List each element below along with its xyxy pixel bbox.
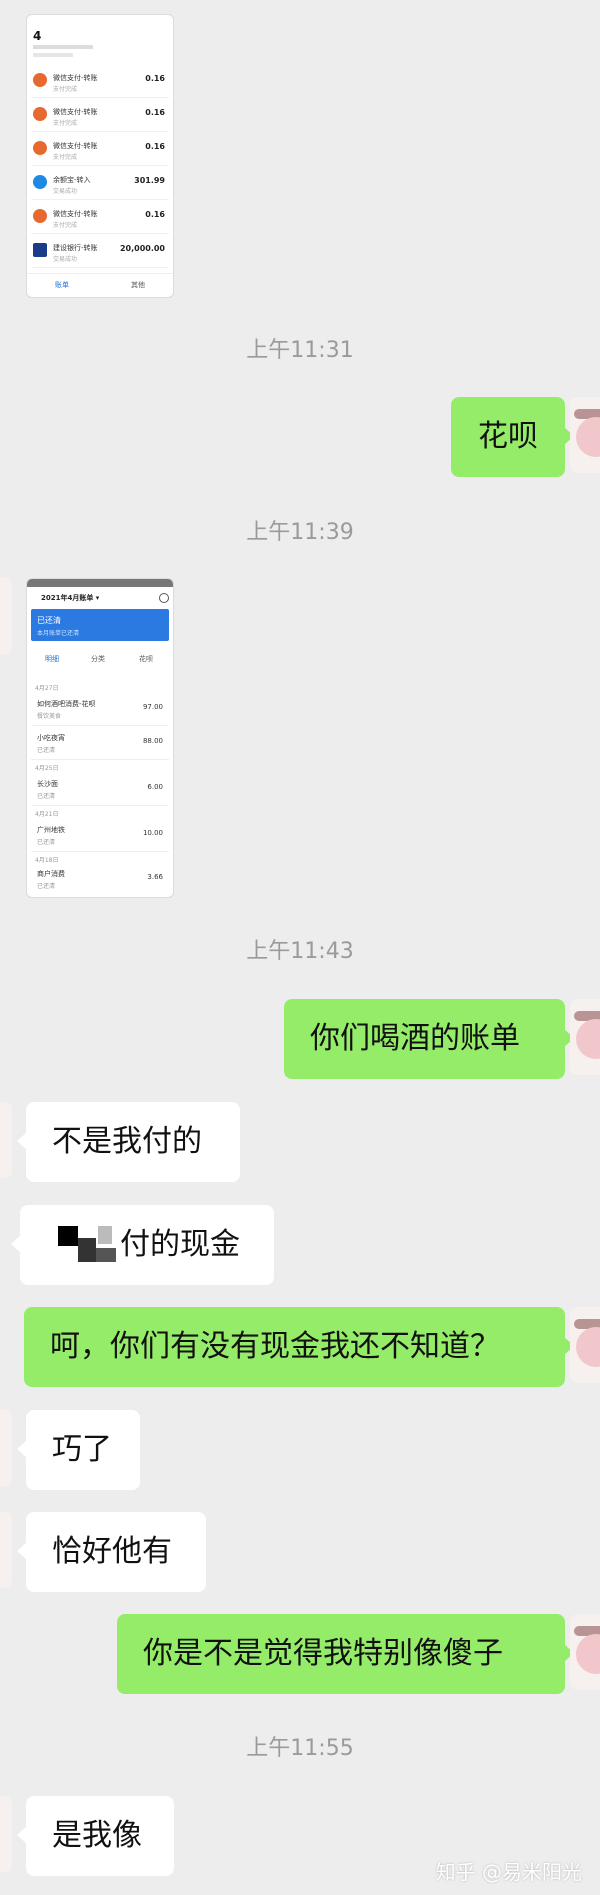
message-bubble-sent[interactable]: 呵，你们有没有现金我还不知道？	[24, 1307, 574, 1387]
bottom-tab-bar: 账单 其他	[27, 273, 173, 297]
my-avatar[interactable]	[570, 1614, 600, 1690]
contact-avatar[interactable]	[0, 1512, 12, 1588]
bill-item-status: 已还清	[37, 747, 56, 754]
timestamp: 上午11:43	[246, 939, 354, 964]
help-icon[interactable]	[159, 593, 169, 603]
contact-avatar[interactable]	[0, 1102, 12, 1178]
watermark: 知乎 @易米阳光	[435, 1860, 582, 1884]
transaction-name: 余额宝-转入	[53, 176, 91, 184]
group-date: 4月27日	[35, 685, 59, 692]
transaction-name: 建设银行-转账	[53, 244, 98, 252]
transactions-header-count: 4	[33, 29, 42, 43]
bill-item-amount: 88.00	[142, 737, 163, 745]
bill-tabs: 明细 分类 花呗	[31, 651, 169, 667]
image-message-transactions[interactable]: 4 微信支付-转账 支付完成 0.16 微信支付-转账 支付完成 0.16 微信…	[26, 14, 174, 298]
message-bubble-received[interactable]: 巧了	[17, 1410, 140, 1490]
bill-item-status: 已还清	[37, 839, 56, 846]
tab-detail[interactable]: 明细	[45, 654, 59, 664]
my-avatar[interactable]	[570, 397, 600, 473]
my-avatar[interactable]	[570, 999, 600, 1075]
payment-icon	[33, 209, 47, 223]
bill-item-status: 餐饮美食	[37, 713, 62, 720]
contact-avatar[interactable]	[0, 1410, 12, 1486]
payment-icon	[33, 141, 47, 155]
bill-row: 长沙面 已还清 6.00	[31, 773, 169, 806]
transaction-name: 微信支付-转账	[53, 142, 98, 150]
timestamp: 上午11:31	[246, 338, 354, 363]
banner-subtitle: 本月账单已还清	[37, 630, 80, 637]
tab-bill: 账单	[55, 281, 69, 289]
image-message-monthly-bill[interactable]: 2021年4月账单 ▾ 已还清 本月账单已还清 明细 分类 花呗 4月27日 如…	[26, 578, 174, 898]
tab-huabei[interactable]: 花呗	[139, 654, 153, 664]
group-date: 4月25日	[35, 765, 59, 772]
contact-avatar[interactable]	[0, 578, 12, 654]
transaction-status: 支付完成	[53, 86, 78, 93]
message-bubble-received[interactable]: 恰好他有	[17, 1512, 206, 1592]
status-bar	[27, 579, 173, 587]
timestamp: 上午11:39	[246, 520, 354, 545]
transaction-amount: 0.16	[145, 108, 165, 117]
transaction-status: 交易成功	[53, 256, 78, 263]
bill-item-status: 已还清	[37, 883, 56, 890]
payment-icon	[33, 175, 47, 189]
transaction-row: 微信支付-转账 支付完成 0.16	[31, 69, 169, 98]
bill-item-name: 如何酒吧消费-花呗	[37, 700, 96, 708]
message-bubble-sent[interactable]: 花呗	[451, 397, 574, 477]
banner-title: 已还清	[37, 616, 61, 625]
bill-item-amount: 6.00	[147, 783, 163, 791]
contact-avatar[interactable]	[0, 1796, 12, 1872]
payment-icon	[33, 73, 47, 87]
transaction-amount: 0.16	[145, 210, 165, 219]
bill-item-name: 长沙面	[37, 780, 58, 788]
transaction-status: 支付完成	[53, 154, 78, 161]
bill-item-amount: 97.00	[142, 703, 163, 711]
bill-item-amount: 10.00	[142, 829, 163, 837]
mosaic-block	[98, 1226, 112, 1244]
bill-item-status: 已还清	[37, 793, 56, 800]
message-bubble-received[interactable]: 是我像	[17, 1796, 174, 1876]
transaction-amount: 301.99	[134, 176, 165, 185]
bill-row: 商户消费 已还清 3.66	[31, 863, 169, 895]
header-subtext	[33, 45, 93, 49]
message-bubble-sent[interactable]: 你们喝酒的账单	[284, 999, 574, 1079]
transaction-row: 余额宝-转入 交易成功 301.99	[31, 171, 169, 200]
transaction-row: 建设银行-转账 交易成功 20,000.00	[31, 239, 169, 268]
mosaic-block	[78, 1238, 96, 1262]
transaction-row: 微信支付-转账 支付完成 0.16	[31, 103, 169, 132]
transaction-status: 支付完成	[53, 120, 78, 127]
bill-item-name: 广州地铁	[37, 826, 65, 834]
bill-item-name: 商户消费	[37, 870, 65, 878]
bill-row: 广州地铁 已还清 10.00	[31, 819, 169, 852]
bill-item-name: 小吃夜宵	[37, 734, 65, 742]
message-bubble-received[interactable]: 不是我付的	[17, 1102, 240, 1182]
transaction-amount: 0.16	[145, 142, 165, 151]
transaction-amount: 20,000.00	[119, 244, 165, 253]
mosaic-block	[58, 1226, 78, 1246]
mosaic-block	[96, 1248, 116, 1262]
header-subtext	[33, 53, 73, 57]
bank-icon	[33, 243, 47, 257]
transaction-status: 支付完成	[53, 222, 78, 229]
transaction-row: 微信支付-转账 支付完成 0.16	[31, 205, 169, 234]
transaction-name: 微信支付-转账	[53, 108, 98, 116]
bill-status-banner: 已还清 本月账单已还清	[31, 609, 169, 641]
transaction-row: 微信支付-转账 支付完成 0.16	[31, 137, 169, 166]
transaction-name: 微信支付-转账	[53, 74, 98, 82]
tab-other: 其他	[131, 281, 145, 289]
bill-title: 2021年4月账单 ▾	[41, 594, 100, 602]
bill-row: 如何酒吧消费-花呗 餐饮美食 97.00	[31, 693, 169, 726]
message-bubble-sent[interactable]: 你是不是觉得我特别像傻子	[117, 1614, 574, 1694]
my-avatar[interactable]	[570, 1307, 600, 1383]
payment-icon	[33, 107, 47, 121]
transaction-amount: 0.16	[145, 74, 165, 83]
transaction-status: 交易成功	[53, 188, 78, 195]
bill-item-amount: 3.66	[147, 873, 163, 881]
group-date: 4月21日	[35, 811, 59, 818]
tab-category[interactable]: 分类	[91, 654, 105, 664]
timestamp: 上午11:55	[246, 1736, 354, 1761]
transaction-name: 微信支付-转账	[53, 210, 98, 218]
bill-row: 小吃夜宵 已还清 88.00	[31, 727, 169, 760]
